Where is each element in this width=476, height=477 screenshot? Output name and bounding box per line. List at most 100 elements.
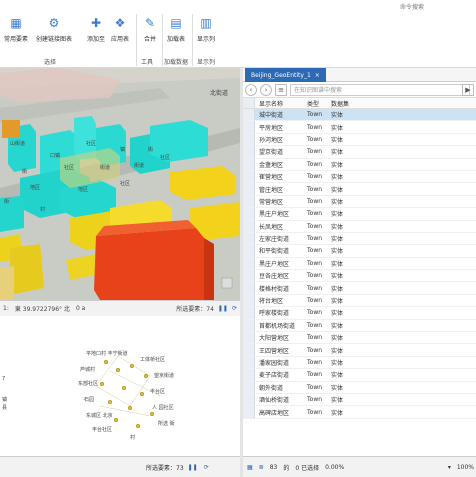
row-selector[interactable]: [243, 282, 255, 294]
table-row[interactable]: 长凤地区 Town 实体: [243, 220, 476, 233]
row-selector[interactable]: [243, 133, 255, 146]
row-selector[interactable]: [243, 195, 255, 208]
row-selector[interactable]: [243, 158, 255, 170]
apply-table-button[interactable]: ❖ 应用表: [110, 12, 130, 43]
table-row[interactable]: 崔营地区 Town 实体: [243, 170, 476, 184]
graph-node[interactable]: [114, 418, 118, 422]
row-selector[interactable]: [243, 332, 255, 344]
table-row[interactable]: 孙河地区 Town 实体: [243, 133, 476, 147]
table-row[interactable]: 高碑店地区 Town 实体: [243, 406, 476, 419]
record-count: 83: [269, 463, 278, 471]
forward-icon[interactable]: ›: [260, 83, 272, 96]
column-header-dataset[interactable]: 数据集: [331, 99, 361, 108]
table-row[interactable]: 大阳营地区 Town 实体: [243, 332, 476, 345]
map-3d-view[interactable]: 北街道 山街道 口镇 社区 镇 街 社区 街道 街 社区 地区 地区 社区 街 …: [0, 68, 240, 300]
row-selector[interactable]: [243, 245, 255, 257]
table-row[interactable]: 朝外街道 Town 实体: [243, 381, 476, 394]
filter-input[interactable]: 在知识图谱中搜索: [290, 83, 470, 96]
row-selector[interactable]: [243, 232, 255, 245]
command-search-input[interactable]: 命令搜索: [400, 2, 472, 10]
table-row[interactable]: 城中街道 Town 实体: [243, 109, 476, 122]
table-row[interactable]: 管庄地区 Town 实体: [243, 183, 476, 196]
column-header-type[interactable]: 类型: [307, 99, 331, 108]
graph-node[interactable]: [100, 382, 104, 386]
link-chart-view[interactable]: 平地口村 丰宁街道 工体桥社区 芦城村 望京街道 东部社区 丰台区 石园 人 园…: [0, 316, 240, 456]
graph-node-label: 7: [2, 376, 6, 382]
column-header-name[interactable]: 显示名称: [255, 99, 307, 108]
group-label-load: 加载数据: [164, 59, 189, 66]
merge-button[interactable]: ✎ 合并: [140, 12, 160, 43]
graph-node-label: 村: [130, 435, 136, 441]
graph-node-label: 东部社区: [78, 381, 99, 387]
row-selector[interactable]: [243, 183, 255, 195]
graph-node[interactable]: [130, 364, 134, 368]
row-selector[interactable]: [243, 381, 255, 393]
row-selector[interactable]: [243, 121, 255, 133]
graph-node[interactable]: [140, 392, 144, 396]
tab-beijing-geoentity[interactable]: Beijing_GeoEntity_1 ×: [245, 68, 326, 82]
row-selector[interactable]: [243, 270, 255, 282]
refresh-icon[interactable]: ⟳: [204, 464, 209, 471]
pause-icon[interactable]: ❚❚: [218, 305, 228, 312]
table-row[interactable]: 楼格村街道 Town 实体: [243, 282, 476, 295]
table-row[interactable]: 望京街道 Town 实体: [243, 146, 476, 159]
graph-node[interactable]: [122, 386, 126, 390]
table-row[interactable]: 首都机场街道 Town 实体: [243, 319, 476, 333]
row-selector[interactable]: [243, 356, 255, 369]
table-row[interactable]: 黑庄户地区 Town 实体: [243, 257, 476, 271]
common-features-button[interactable]: ▦ 常用要素: [4, 12, 28, 43]
row-selector[interactable]: [243, 146, 255, 158]
table-row[interactable]: 金盏地区 Town 实体: [243, 158, 476, 171]
building-label: 村: [40, 207, 46, 213]
graph-node[interactable]: [108, 400, 112, 404]
table-row[interactable]: 黑庄户地区 Town 实体: [243, 208, 476, 221]
filter-icon[interactable]: ▾: [448, 464, 451, 471]
row-selector[interactable]: [243, 319, 255, 332]
selected-features-count: 所选要素：73: [146, 464, 184, 472]
table-row[interactable]: 麦子店街道 Town 实体: [243, 369, 476, 382]
graph-node[interactable]: [116, 368, 120, 372]
create-link-chart-button[interactable]: ⚙ 创建链接图表: [36, 12, 72, 43]
row-selector[interactable]: [243, 344, 255, 356]
graph-node[interactable]: [144, 374, 148, 378]
row-selector[interactable]: [243, 220, 255, 232]
table-view-icon[interactable]: ▦: [247, 464, 253, 471]
table-row[interactable]: 和平街街道 Town 实体: [243, 245, 476, 258]
row-selector[interactable]: [243, 406, 255, 418]
row-selector[interactable]: [243, 369, 255, 381]
list-view-icon[interactable]: ≣: [259, 464, 264, 471]
table-row[interactable]: 酒仙桥街道 Town 实体: [243, 393, 476, 407]
table-row[interactable]: 常营地区 Town 实体: [243, 195, 476, 209]
table-row[interactable]: 平房地区 Town 实体: [243, 121, 476, 134]
table-row[interactable]: 呼家楼街道 Town 实体: [243, 307, 476, 320]
table-options-icon[interactable]: ≡: [275, 83, 287, 96]
graph-node[interactable]: [136, 424, 140, 428]
table-row[interactable]: 潘家园街道 Town 实体: [243, 356, 476, 370]
graph-node[interactable]: [150, 412, 154, 416]
table-row[interactable]: 左家庄街道 Town 实体: [243, 232, 476, 246]
row-selector[interactable]: [243, 257, 255, 270]
refresh-icon[interactable]: ⟳: [232, 305, 237, 312]
load-table-button[interactable]: ▤ 加载表: [166, 12, 186, 43]
table-row[interactable]: 豆各庄地区 Town 实体: [243, 270, 476, 283]
row-selector[interactable]: [243, 208, 255, 220]
play-icon[interactable]: ▶: [462, 83, 474, 96]
table-row[interactable]: 王四营地区 Town 实体: [243, 344, 476, 357]
graph-node[interactable]: [104, 360, 108, 364]
row-selector[interactable]: [243, 393, 255, 406]
pause-icon[interactable]: ❚❚: [188, 464, 198, 471]
cell-dataset: 实体: [331, 322, 344, 330]
table-row[interactable]: 将台地区 Town 实体: [243, 294, 476, 308]
cell-display-name: 平房地区: [259, 124, 284, 132]
add-to-button[interactable]: ✚ 添加至: [86, 12, 106, 43]
graph-node[interactable]: [128, 406, 132, 410]
scale-readout[interactable]: 1:: [3, 305, 9, 312]
show-columns-button[interactable]: ▥ 显示列: [196, 12, 216, 43]
close-icon[interactable]: ×: [315, 72, 320, 79]
row-selector[interactable]: [243, 170, 255, 183]
row-selector[interactable]: [243, 109, 255, 121]
row-selector[interactable]: [243, 294, 255, 307]
row-selector[interactable]: [243, 307, 255, 319]
back-icon[interactable]: ‹: [245, 83, 257, 96]
zoom-level[interactable]: 100%: [457, 464, 474, 471]
